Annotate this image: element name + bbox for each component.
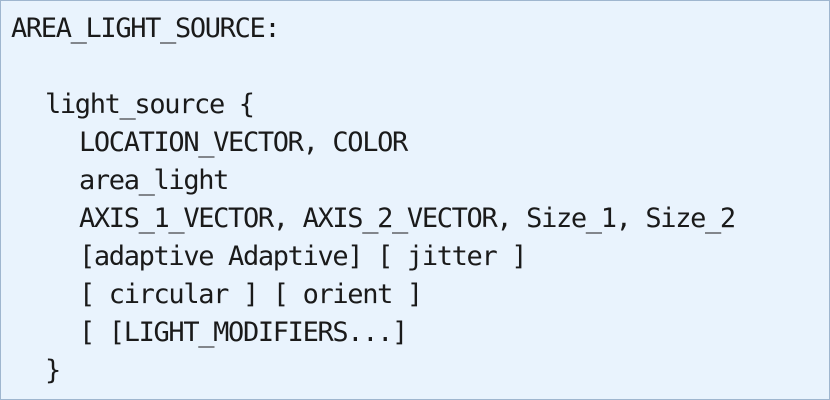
code-line-area-light: area_light [79, 165, 229, 196]
code-line-header: AREA_LIGHT_SOURCE: [11, 13, 281, 44]
code-line-location-color: LOCATION_VECTOR, COLOR [79, 127, 408, 158]
code-line-axes-sizes: AXIS_1_VECTOR, AXIS_2_VECTOR, Size_1, Si… [79, 203, 736, 234]
code-line-circular-orient: [ circular ] [ orient ] [79, 279, 423, 310]
code-line-modifiers: [ [LIGHT_MODIFIERS...] [79, 317, 408, 348]
code-line-close-brace: } [45, 355, 61, 386]
code-line-adaptive-jitter: [adaptive Adaptive] [ jitter ] [79, 241, 528, 272]
code-line-light-source-open: light_source { [45, 89, 255, 120]
code-block: AREA_LIGHT_SOURCE: light_source { LOCATI… [0, 0, 830, 400]
